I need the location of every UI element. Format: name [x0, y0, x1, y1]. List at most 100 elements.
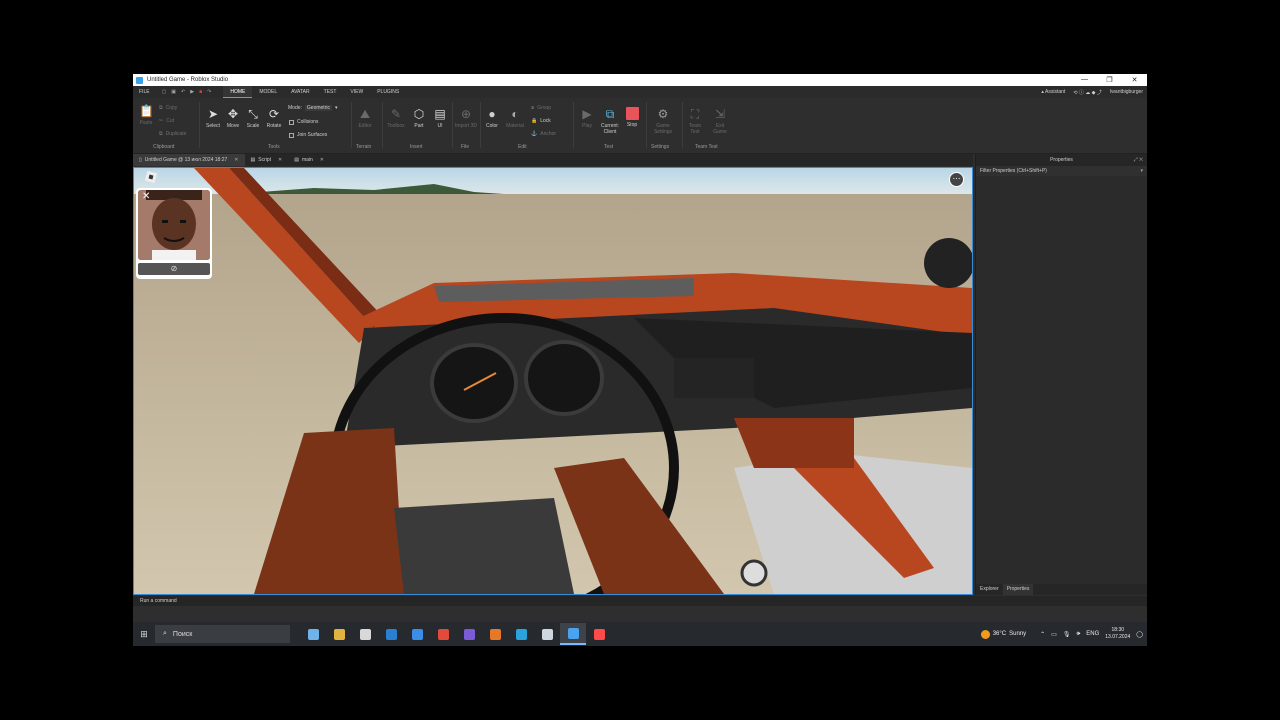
close-icon[interactable]: ✕	[234, 154, 238, 166]
move-tool[interactable]: ✥ Move	[223, 107, 243, 129]
assistant-button[interactable]: ▴ Assistant	[1041, 89, 1065, 95]
rotate-tool[interactable]: ⟳ Rotate	[263, 107, 285, 129]
ui-icon: ▤	[434, 107, 446, 121]
copy-button[interactable]: ⧉ Copy	[159, 105, 177, 111]
settings-group-label: Settings	[651, 144, 670, 150]
mode-selector[interactable]: Mode: Geometric ▾	[288, 105, 337, 111]
play-button[interactable]: ▶ Play	[576, 107, 598, 129]
self-view-camera-widget[interactable]: ✕ ⊘	[136, 188, 212, 279]
taskbar-app-button[interactable]	[508, 623, 534, 645]
exit-game-button[interactable]: ⇲ Exit Game	[709, 107, 731, 135]
team-test-button[interactable]: ⛶ Team Test	[684, 107, 706, 135]
toolbox-icon: ✎	[390, 107, 402, 121]
windows-start-icon[interactable]: ⊞	[133, 629, 155, 640]
insert-group-label: Insert	[410, 144, 423, 150]
close-icon[interactable]: ✕	[142, 192, 150, 202]
taskbar-app-button[interactable]	[482, 623, 508, 645]
terrain-editor-button[interactable]: ⛰ Editor	[354, 107, 376, 129]
tab-main[interactable]: ▤ main ✕	[288, 154, 330, 166]
collisions-checkbox[interactable]	[289, 119, 294, 125]
join-surfaces-checkbox[interactable]	[289, 132, 294, 138]
user-name[interactable]: Iwantbigburger	[1110, 89, 1143, 95]
undo-icon[interactable]: ↶	[181, 89, 185, 95]
terrain-group-label: Terrain	[356, 144, 372, 150]
notifications-icon[interactable]: ◯	[1136, 631, 1143, 638]
viewport-menu-icon[interactable]: ⋯	[949, 172, 964, 187]
save-icon[interactable]: ▣	[171, 89, 176, 95]
filter-properties-input[interactable]: Filter Properties (Ctrl+Shift+P) ▾	[976, 166, 1147, 176]
current-client-button[interactable]: ⧉ Current: Client	[597, 107, 623, 135]
taskbar-app-button[interactable]	[326, 623, 352, 645]
client-server-icon: ⧉	[605, 107, 615, 121]
system-clock[interactable]: 18:30 13.07.2024	[1105, 627, 1130, 641]
maximize-button[interactable]: ❐	[1097, 76, 1122, 84]
tab-view[interactable]: VIEW	[343, 86, 370, 98]
minimize-button[interactable]: —	[1072, 76, 1097, 84]
group-icon: ⧈	[531, 105, 535, 111]
close-icon[interactable]: ✕	[320, 154, 324, 166]
roblox-studio-icon	[136, 76, 143, 84]
command-bar-input[interactable]: Run a command	[133, 596, 1147, 606]
camera-toggle-button[interactable]: ⊘	[138, 263, 210, 275]
redo-icon[interactable]: ↷	[207, 89, 211, 95]
duplicate-button[interactable]: ⧉ Duplicate	[159, 131, 186, 137]
tab-properties[interactable]: Properties	[1002, 584, 1034, 595]
taskbar-app-button[interactable]	[352, 623, 378, 645]
anchor-button[interactable]: ⚓ Anchor	[531, 131, 556, 137]
tab-avatar[interactable]: AVATAR	[284, 86, 317, 98]
weather-widget[interactable]: 36°C Sunny	[980, 629, 1026, 639]
game-viewport[interactable]: ⋯ ✕ ⊘	[133, 167, 973, 595]
mode-dropdown[interactable]: Geometric	[304, 105, 332, 111]
chevron-down-icon[interactable]: ▾	[1140, 166, 1143, 176]
material-button[interactable]: ◐ Material	[503, 107, 527, 129]
taskbar-app-button[interactable]	[534, 623, 560, 645]
volume-icon[interactable]: 🕪	[1076, 631, 1080, 638]
tab-home[interactable]: HOME	[223, 86, 253, 98]
file-menu[interactable]: FILE	[133, 89, 156, 95]
globe-icon: ⊕	[460, 107, 472, 121]
taskbar-app-button[interactable]	[300, 623, 326, 645]
panel-controls-icon[interactable]: ⤢ ✕	[1134, 157, 1143, 163]
lock-button[interactable]: 🔒 Lock	[531, 118, 551, 124]
taskbar-app-button[interactable]	[586, 623, 612, 645]
import-3d-button[interactable]: ⊕ Import 3D	[455, 107, 477, 129]
part-button[interactable]: ⬡ Part	[409, 107, 429, 129]
share-icon[interactable]: ⟲ ⓘ ☁ ◆ ⤴	[1073, 89, 1102, 96]
group-button[interactable]: ⧈ Group	[531, 105, 551, 111]
system-tray: 36°C Sunny ⌃ ▭ 🎙 🕪 ENG 18:30 13.07.2024 …	[980, 627, 1147, 641]
join-surfaces-toggle[interactable]: Join Surfaces	[289, 132, 327, 138]
microphone-icon[interactable]: 🎙	[1063, 631, 1071, 638]
tab-test[interactable]: TEST	[317, 86, 344, 98]
toolbox-button[interactable]: ✎ Toolbox	[384, 107, 408, 129]
cut-button[interactable]: ✂ Cut	[159, 118, 174, 124]
color-swatch-icon: ●	[488, 107, 496, 121]
new-file-icon[interactable]: ▢	[162, 89, 167, 95]
tab-script[interactable]: ▤ Script ✕	[245, 154, 289, 166]
lock-icon: 🔒	[531, 118, 538, 124]
close-button[interactable]: ✕	[1122, 76, 1147, 84]
stop-icon[interactable]: ■	[199, 89, 202, 95]
ui-button[interactable]: ▤ UI	[431, 107, 449, 129]
taskbar-app-button[interactable]	[456, 623, 482, 645]
taskbar-app-button[interactable]	[430, 623, 456, 645]
taskbar-search-box[interactable]: ⌕ Поиск	[155, 625, 290, 643]
language-indicator[interactable]: ENG	[1086, 631, 1099, 637]
network-icon[interactable]: ▭	[1051, 631, 1057, 638]
tab-explorer[interactable]: Explorer	[976, 584, 1003, 595]
tab-untitled-game[interactable]: ▯ Untitled Game @ 13 июл 2024 18:27 ✕	[133, 154, 245, 166]
collisions-toggle[interactable]: Collisions	[289, 119, 318, 125]
paste-button[interactable]: 📋 Paste	[138, 104, 154, 126]
tab-plugins[interactable]: PLUGINS	[370, 86, 406, 98]
taskbar-app-button[interactable]	[378, 623, 404, 645]
select-tool[interactable]: ➤ Select	[203, 107, 223, 129]
game-settings-button[interactable]: ⚙ Game Settings	[648, 107, 678, 135]
color-button[interactable]: ● Color	[481, 107, 503, 129]
taskbar-app-button[interactable]	[404, 623, 430, 645]
tab-model[interactable]: MODEL	[252, 86, 284, 98]
tray-chevron-icon[interactable]: ⌃	[1040, 631, 1045, 638]
scale-tool[interactable]: ⤡ Scale	[243, 107, 263, 129]
close-icon[interactable]: ✕	[278, 154, 282, 166]
play-icon[interactable]: ▶	[190, 89, 194, 95]
stop-button[interactable]: Stop	[623, 107, 641, 128]
taskbar-app-button[interactable]	[560, 623, 586, 645]
